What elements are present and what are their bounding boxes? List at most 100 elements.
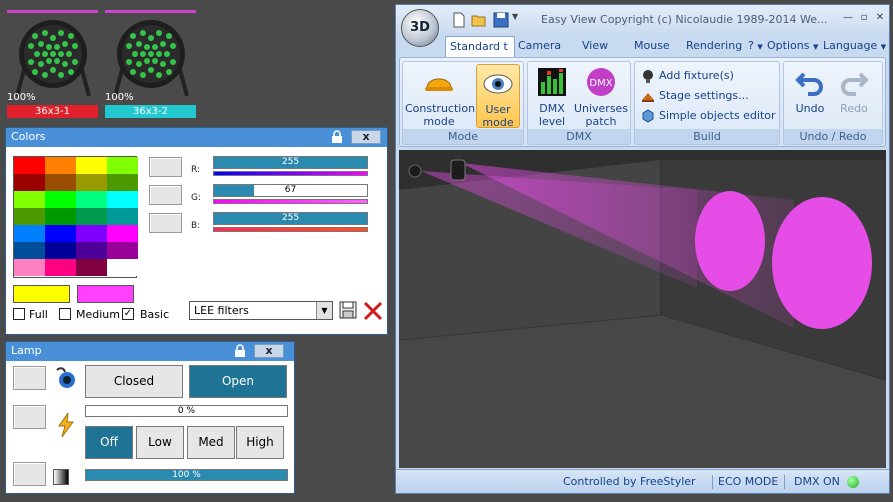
lamp-window: Lamp x Closed Open 0 % Off Low Med High …: [5, 341, 295, 494]
palette-color-swatch[interactable]: [14, 208, 45, 225]
palette-color-swatch[interactable]: [14, 191, 45, 208]
redo-button[interactable]: Redo: [834, 64, 874, 128]
qat-dropdown-icon[interactable]: ▼: [512, 12, 528, 28]
fixture-2[interactable]: 100% 36x3-2: [105, 10, 196, 120]
channel-r-slider[interactable]: 255: [213, 156, 368, 169]
low-button[interactable]: Low: [136, 426, 184, 459]
channel-b-button[interactable]: [149, 213, 182, 233]
master-progress[interactable]: 100 %: [85, 469, 288, 481]
dmx-level-label-1: DMX: [539, 102, 565, 115]
channel-g-button[interactable]: [149, 185, 182, 205]
full-checkbox[interactable]: [13, 308, 25, 320]
dmx-group: DMX level DMX Universes patch DMX: [527, 61, 631, 145]
fixture-model-2: [450, 159, 466, 181]
palette-color-swatch[interactable]: [76, 208, 107, 225]
universes-patch-button[interactable]: DMX Universes patch: [573, 64, 629, 128]
palette-color-swatch[interactable]: [107, 208, 138, 225]
filter-select[interactable]: LEE filters ▼: [189, 301, 333, 320]
tab-language[interactable]: Language ▼: [823, 39, 886, 52]
palette-color-swatch[interactable]: [45, 242, 76, 259]
undo-button[interactable]: Undo: [790, 64, 830, 128]
palette-color-swatch[interactable]: [107, 259, 138, 276]
color-palette: [13, 156, 138, 278]
medium-checkbox[interactable]: [59, 308, 71, 320]
palette-color-swatch[interactable]: [76, 225, 107, 242]
chevron-down-icon[interactable]: ▼: [316, 302, 332, 319]
palette-color-swatch[interactable]: [76, 242, 107, 259]
off-button[interactable]: Off: [85, 426, 133, 459]
lock-icon[interactable]: [329, 130, 345, 144]
palette-color-swatch[interactable]: [45, 174, 76, 191]
palette-color-swatch[interactable]: [76, 174, 107, 191]
3d-viewport[interactable]: [399, 150, 886, 468]
dimmer-progress[interactable]: 0 %: [85, 405, 288, 417]
open-button[interactable]: Open: [189, 365, 287, 398]
channel-b-slider[interactable]: 255: [213, 212, 368, 225]
palette-color-swatch[interactable]: [45, 191, 76, 208]
save-icon[interactable]: [339, 301, 357, 319]
palette-color-swatch[interactable]: [14, 174, 45, 191]
filter-select-value: LEE filters: [194, 304, 249, 317]
palette-color-swatch[interactable]: [76, 157, 107, 174]
palette-color-swatch[interactable]: [14, 225, 45, 242]
channel-g-slider[interactable]: 67: [213, 184, 368, 197]
palette-color-swatch[interactable]: [107, 157, 138, 174]
basic-checkbox[interactable]: ✓: [122, 308, 134, 320]
close-window-button[interactable]: ✕: [873, 12, 887, 24]
new-file-icon[interactable]: [451, 12, 467, 28]
palette-color-swatch[interactable]: [14, 242, 45, 259]
palette-color-swatch[interactable]: [14, 259, 45, 276]
lamp-window-title: Lamp: [11, 344, 42, 357]
status-separator: [784, 475, 785, 489]
palette-color-swatch[interactable]: [45, 225, 76, 242]
close-button[interactable]: x: [254, 344, 284, 358]
redo-label: Redo: [840, 102, 868, 115]
tab-standard[interactable]: Standard t: [445, 36, 515, 58]
maximize-button[interactable]: ▫: [857, 12, 871, 24]
minimize-button[interactable]: —: [841, 12, 855, 24]
tab-view[interactable]: View: [582, 39, 608, 52]
med-button[interactable]: Med: [187, 426, 235, 459]
current-color-swatch-1[interactable]: [13, 285, 70, 303]
lock-icon[interactable]: [232, 344, 248, 358]
palette-color-swatch[interactable]: [76, 259, 107, 276]
window-titlebar[interactable]: ▼ Easy View Copyright (c) Nicolaudie 198…: [396, 5, 889, 33]
dmx-level-label-2: level: [538, 115, 566, 128]
palette-color-swatch[interactable]: [107, 225, 138, 242]
user-mode-button[interactable]: User mode: [476, 64, 520, 129]
palette-color-swatch[interactable]: [107, 174, 138, 191]
open-folder-icon[interactable]: [471, 12, 487, 28]
dmx-level-button[interactable]: DMX level: [533, 64, 571, 128]
tab-camera[interactable]: Camera: [518, 39, 561, 52]
palette-color-swatch[interactable]: [45, 259, 76, 276]
dimmer-button[interactable]: [13, 405, 46, 429]
master-button[interactable]: [13, 462, 46, 486]
tab-help[interactable]: ? ▼: [748, 39, 763, 52]
delete-icon[interactable]: [362, 301, 384, 321]
tab-options[interactable]: Options ▼: [767, 39, 818, 52]
tab-mouse[interactable]: Mouse: [634, 39, 670, 52]
palette-color-swatch[interactable]: [107, 242, 138, 259]
save-icon[interactable]: [493, 12, 509, 28]
tab-rendering[interactable]: Rendering: [686, 39, 742, 52]
palette-color-swatch[interactable]: [107, 191, 138, 208]
app-logo-button[interactable]: 3D: [401, 9, 439, 47]
close-button[interactable]: x: [351, 130, 381, 144]
colors-window-titlebar[interactable]: Colors x: [6, 128, 387, 147]
undo-redo-group: Undo Redo Undo / Redo: [783, 61, 883, 145]
closed-button[interactable]: Closed: [85, 365, 183, 398]
add-fixture-button[interactable]: Add fixture(s): [641, 67, 734, 85]
stage-settings-button[interactable]: Stage settings...: [641, 87, 749, 105]
shutter-button[interactable]: [13, 366, 46, 390]
palette-color-swatch[interactable]: [45, 208, 76, 225]
fixture-1[interactable]: 100% 36x3-1: [7, 10, 98, 120]
construction-mode-button[interactable]: Construction mode: [405, 64, 475, 128]
palette-color-swatch[interactable]: [76, 191, 107, 208]
simple-objects-editor-button[interactable]: Simple objects editor: [641, 107, 776, 125]
channel-r-button[interactable]: [149, 157, 182, 177]
current-color-swatch-2[interactable]: [77, 285, 134, 303]
palette-color-swatch[interactable]: [45, 157, 76, 174]
lamp-window-titlebar[interactable]: Lamp x: [6, 342, 294, 361]
high-button[interactable]: High: [236, 426, 284, 459]
palette-color-swatch[interactable]: [14, 157, 45, 174]
